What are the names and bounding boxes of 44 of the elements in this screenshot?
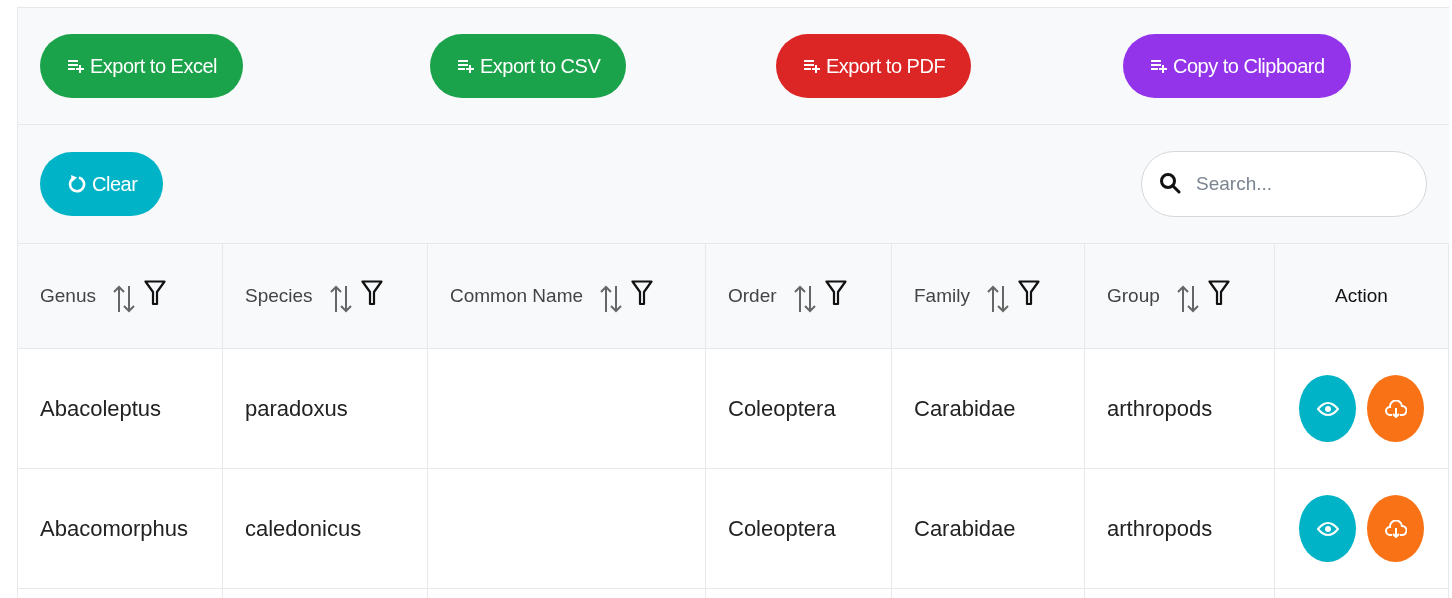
- column-header: Genus: [40, 285, 96, 307]
- list-add-icon: [1151, 59, 1167, 73]
- filter-icon[interactable]: [824, 280, 847, 306]
- column-header: Order: [728, 285, 777, 307]
- sort-icon[interactable]: [112, 285, 136, 313]
- column-header: Family: [914, 285, 970, 307]
- sort-icon[interactable]: [328, 285, 353, 313]
- filter-icon[interactable]: [144, 280, 166, 306]
- list-add-icon: [68, 59, 84, 73]
- table-cell: arthropods: [1107, 395, 1213, 422]
- table-cell: Carabidae: [914, 395, 1016, 422]
- sort-icon[interactable]: [1175, 285, 1200, 313]
- table-cell: Abacoleptus: [40, 395, 162, 422]
- export-button[interactable]: Export to PDF: [776, 34, 972, 98]
- list-add-icon: [458, 59, 474, 73]
- search-field[interactable]: Search...: [1141, 151, 1427, 217]
- list-add-icon: [804, 59, 820, 73]
- table-cell: Coleoptera: [728, 395, 836, 422]
- eye-icon: [1316, 521, 1339, 536]
- sort-icon[interactable]: [792, 285, 817, 313]
- table-cell: Coleoptera: [728, 515, 836, 542]
- cloud-download-icon: [1384, 399, 1407, 418]
- column-header: Action: [1335, 285, 1388, 307]
- export-button[interactable]: Export to CSV: [430, 34, 627, 98]
- sort-icon[interactable]: [599, 285, 624, 313]
- filter-icon[interactable]: [631, 280, 654, 306]
- filter-icon[interactable]: [1207, 280, 1230, 306]
- eye-icon: [1316, 401, 1339, 416]
- cloud-download-icon: [1384, 519, 1407, 538]
- table-cell: Carabidae: [914, 515, 1016, 542]
- export-button[interactable]: Copy to Clipboard: [1123, 34, 1351, 98]
- column-header: Common Name: [450, 285, 584, 307]
- table-cell: paradoxus: [245, 395, 348, 422]
- table-cell: arthropods: [1107, 515, 1213, 542]
- export-button[interactable]: Export to Excel: [40, 34, 243, 98]
- refresh-icon: [68, 174, 86, 194]
- clear-button[interactable]: Clear: [40, 152, 164, 216]
- filter-icon[interactable]: [1017, 280, 1040, 306]
- table-cell: caledonicus: [245, 515, 362, 542]
- table-cell: Abacomorphus: [40, 515, 188, 542]
- column-header: Group: [1107, 285, 1160, 307]
- filter-icon[interactable]: [360, 280, 383, 306]
- sort-icon[interactable]: [985, 285, 1010, 313]
- column-header: Species: [245, 285, 313, 307]
